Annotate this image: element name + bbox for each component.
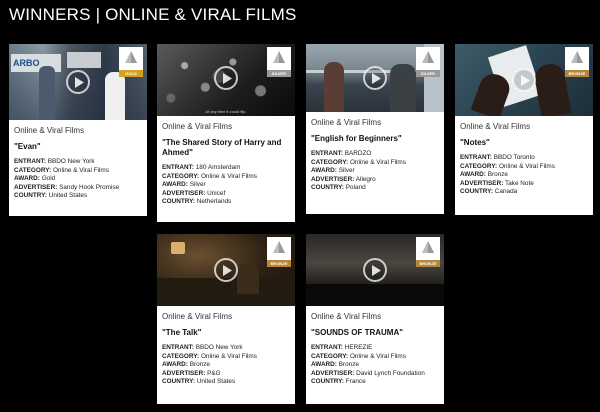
video-thumbnail[interactable]: BRONZE (306, 234, 444, 306)
award-badge-bronze: BRONZE (267, 237, 291, 267)
category-row: CATEGORY: Online & Viral Films (311, 352, 406, 360)
winner-card-evan[interactable]: ARBO GOLD Online & Viral Films "Evan" EN… (9, 44, 147, 216)
category-row: CATEGORY: Online & Viral Films (162, 172, 257, 180)
award-row: AWARD: Bronze (460, 171, 508, 179)
card-title[interactable]: "SOUNDS OF TRAUMA" (311, 328, 439, 338)
winner-card-harry-and-ahmed[interactable]: At any time it could flip. SILVER Online… (157, 44, 295, 222)
category-row: CATEGORY: Online & Viral Films (14, 166, 109, 174)
card-title[interactable]: "The Shared Story of Harry and Ahmed" (162, 138, 290, 158)
page-title: WINNERS | ONLINE & VIRAL FILMS (9, 5, 297, 24)
pyramid-icon (422, 241, 434, 253)
card-title[interactable]: "Notes" (460, 138, 588, 148)
video-thumbnail[interactable]: At any time it could flip. SILVER (157, 44, 295, 116)
play-icon[interactable] (66, 70, 90, 94)
award-badge-gold: GOLD (119, 47, 143, 77)
winner-card-sounds-of-trauma[interactable]: BRONZE Online & Viral Films "SOUNDS OF T… (306, 234, 444, 404)
country-row: COUNTRY: France (311, 378, 366, 386)
award-row: AWARD: Bronze (311, 361, 359, 369)
advertiser-row: ADVERTISER: Sandy Hook Promise (14, 183, 120, 191)
award-row: AWARD: Silver (311, 167, 355, 175)
award-badge-bronze: BRONZE (565, 47, 589, 77)
card-category-header: Online & Viral Films (311, 118, 382, 127)
pyramid-icon (571, 51, 583, 63)
card-category-header: Online & Viral Films (162, 122, 233, 131)
country-row: COUNTRY: Poland (311, 184, 366, 192)
card-title[interactable]: "The Talk" (162, 328, 290, 338)
video-thumbnail[interactable]: ARBO GOLD (9, 44, 147, 120)
award-row: AWARD: Silver (162, 181, 206, 189)
winner-card-english-for-beginners[interactable]: SILVER Online & Viral Films "English for… (306, 44, 444, 214)
entrant-row: ENTRANT: 180 Amsterdam (162, 164, 241, 171)
category-row: CATEGORY: Online & Viral Films (162, 352, 257, 360)
play-icon[interactable] (214, 66, 238, 90)
award-row: AWARD: Bronze (162, 361, 210, 369)
card-category-header: Online & Viral Films (14, 126, 85, 135)
country-row: COUNTRY: United States (14, 192, 88, 200)
advertiser-row: ADVERTISER: Unicef (162, 189, 226, 197)
advertiser-row: ADVERTISER: Take Note (460, 179, 534, 187)
award-row: AWARD: Gold (14, 175, 56, 183)
pyramid-icon (422, 51, 434, 63)
play-icon[interactable] (512, 68, 536, 92)
winner-card-the-talk[interactable]: BRONZE Online & Viral Films "The Talk" E… (157, 234, 295, 404)
card-title[interactable]: "English for Beginners" (311, 134, 439, 144)
video-thumbnail[interactable]: SILVER (306, 44, 444, 112)
pyramid-icon (273, 241, 285, 253)
winner-card-notes[interactable]: BRONZE Online & Viral Films "Notes" ENTR… (455, 44, 593, 215)
video-subtitle: At any time it could flip. (205, 109, 247, 114)
category-row: CATEGORY: Online & Viral Films (311, 158, 406, 166)
card-title[interactable]: "Evan" (14, 142, 142, 152)
advertiser-row: ADVERTISER: David Lynch Foundation (311, 369, 425, 377)
country-row: COUNTRY: Canada (460, 188, 518, 196)
video-thumbnail[interactable]: BRONZE (157, 234, 295, 306)
play-icon[interactable] (363, 258, 387, 282)
entrant-row: ENTRANT: HEREZIE (311, 344, 373, 351)
award-badge-bronze: BRONZE (416, 237, 440, 267)
country-row: COUNTRY: Netherlands (162, 198, 232, 206)
video-thumbnail[interactable]: BRONZE (455, 44, 593, 116)
entrant-row: ENTRANT: BBDO Toronto (460, 154, 535, 161)
award-badge-silver: SILVER (416, 47, 440, 77)
play-icon[interactable] (363, 66, 387, 90)
entrant-row: ENTRANT: BBDO New York (162, 344, 243, 351)
pyramid-icon (273, 51, 285, 63)
card-category-header: Online & Viral Films (162, 312, 233, 321)
award-badge-silver: SILVER (267, 47, 291, 77)
category-row: CATEGORY: Online & Viral Films (460, 162, 555, 170)
card-category-header: Online & Viral Films (460, 122, 531, 131)
pyramid-icon (125, 51, 137, 63)
card-category-header: Online & Viral Films (311, 312, 382, 321)
country-row: COUNTRY: United States (162, 378, 236, 386)
entrant-row: ENTRANT: BARDZO (311, 150, 372, 157)
advertiser-row: ADVERTISER: P&G (162, 369, 221, 377)
play-icon[interactable] (214, 258, 238, 282)
entrant-row: ENTRANT: BBDO New York (14, 158, 95, 165)
advertiser-row: ADVERTISER: Allegro (311, 175, 376, 183)
